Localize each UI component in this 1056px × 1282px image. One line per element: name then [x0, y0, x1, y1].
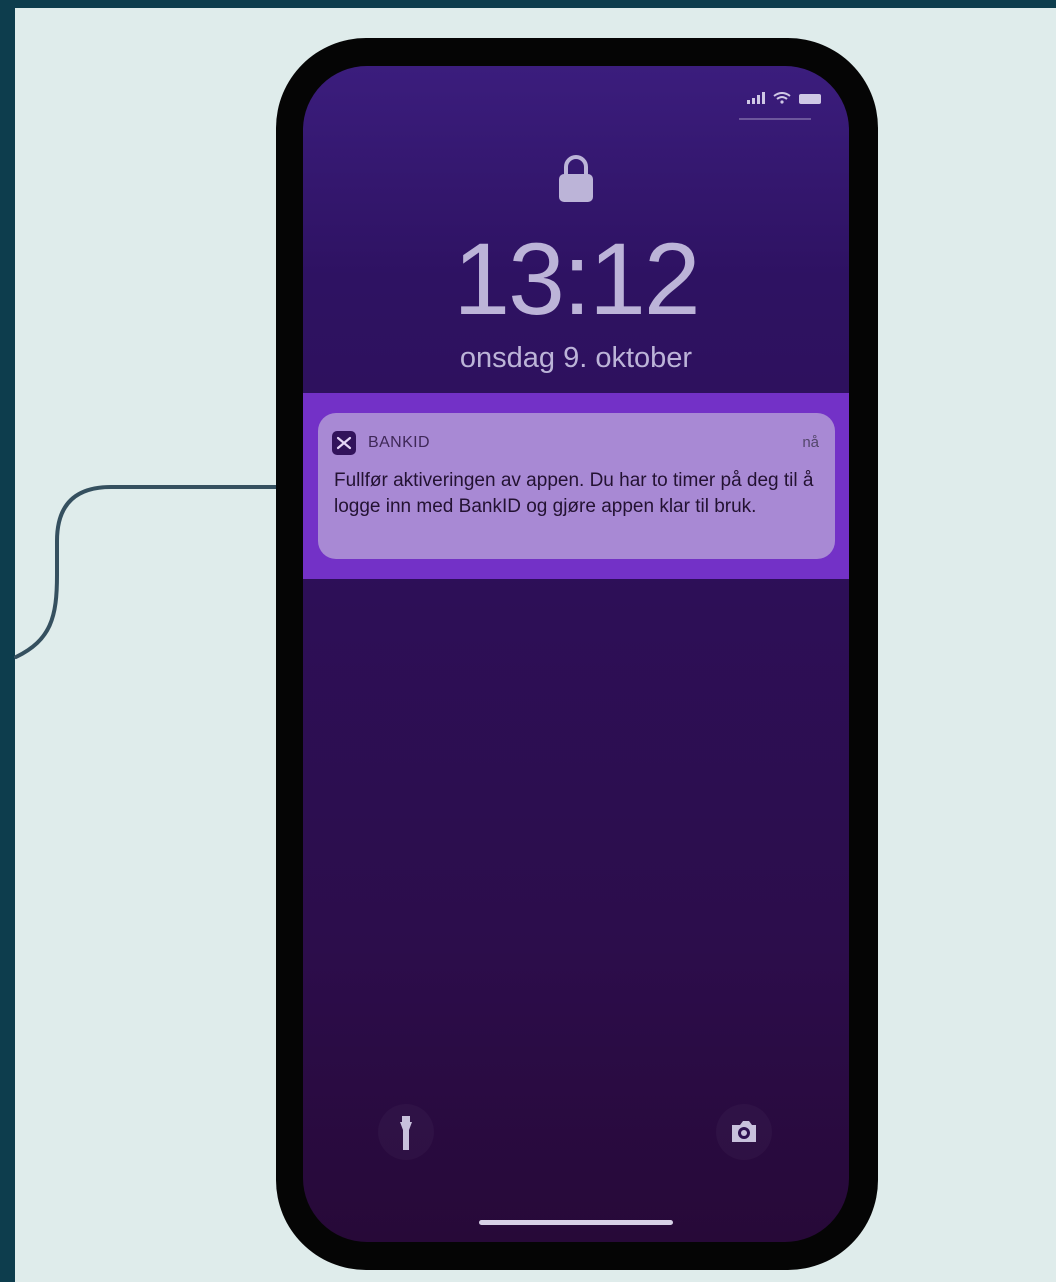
signal-icon: [747, 92, 765, 104]
phone-lock-screen: 13:12 onsdag 9. oktober BANKID nå Fullfø…: [303, 66, 849, 1242]
flashlight-button[interactable]: [378, 1104, 434, 1160]
notification-app-name: BANKID: [368, 434, 430, 451]
bankid-icon: [332, 431, 356, 455]
camera-icon: [732, 1121, 756, 1142]
notification-time: nå: [802, 434, 819, 451]
notification-message: Fullfør aktiveringen av appen. Du har to…: [334, 470, 814, 517]
lock-icon: [559, 155, 593, 202]
lock-screen-time: 13:12: [453, 222, 700, 336]
camera-button[interactable]: [716, 1104, 772, 1160]
wifi-icon: [773, 92, 791, 104]
home-indicator[interactable]: [479, 1220, 673, 1225]
bankid-notification[interactable]: BANKID nå Fullfør aktiveringen av appen.…: [318, 413, 835, 559]
battery-icon: [799, 94, 821, 104]
status-divider: [739, 118, 811, 120]
lock-screen-date: onsdag 9. oktober: [459, 342, 693, 374]
status-bar: [747, 92, 821, 104]
flashlight-icon: [400, 1116, 412, 1150]
